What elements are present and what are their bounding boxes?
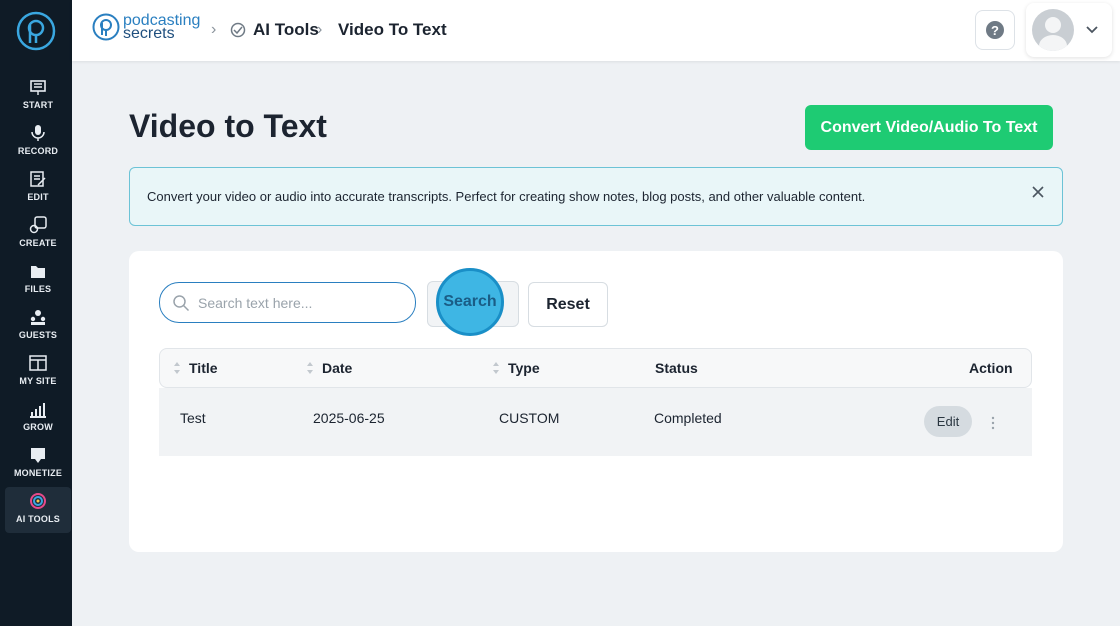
brand-name: podcasting secrets (123, 13, 200, 42)
cell-date: 2025-06-25 (313, 410, 385, 426)
convert-video-audio-button[interactable]: Convert Video/Audio To Text (805, 105, 1053, 150)
site-icon (29, 355, 47, 371)
sidebar-item-record[interactable]: RECORD (5, 119, 71, 165)
breadcrumb-video-to-text: Video To Text (338, 20, 447, 39)
cell-title: Test (180, 410, 206, 426)
table-header: Title Date Type Status Action (159, 348, 1032, 388)
breadcrumb-chevron-icon: › (211, 21, 217, 38)
transcripts-card: Search Reset Title Date Type Status Acti… (129, 251, 1063, 552)
sidebar-item-label: EDIT (27, 192, 49, 202)
sidebar-item-label: MY SITE (19, 376, 57, 386)
microphone-icon (31, 125, 45, 141)
search-button[interactable]: Search (436, 268, 504, 336)
top-header: podcasting secrets › AI Tools › Video To… (72, 0, 1120, 61)
sidebar-item-label: CREATE (19, 238, 57, 248)
sidebar-item-monetize[interactable]: MONETIZE (5, 441, 71, 487)
sidebar-item-label: RECORD (17, 146, 59, 156)
sort-icon (307, 362, 313, 374)
column-header-label: Status (655, 360, 698, 376)
files-icon (31, 266, 45, 278)
breadcrumb-ai-tools[interactable]: AI Tools (253, 20, 319, 40)
page-title: Video to Text (129, 108, 327, 144)
podcasting-secrets-logo-icon (92, 13, 120, 41)
search-field[interactable] (159, 282, 416, 323)
column-header-label: Title (189, 360, 218, 376)
sidebar-item-ai-tools[interactable]: AI TOOLS (5, 487, 71, 533)
chevron-down-icon (1086, 26, 1098, 34)
sidebar-item-label: AI TOOLS (16, 514, 60, 524)
cell-type: CUSTOM (499, 410, 560, 426)
sort-icon (493, 362, 499, 374)
sidebar-item-create[interactable]: CREATE (5, 211, 71, 257)
sidebar-item-grow[interactable]: GROW (5, 395, 71, 441)
search-icon (173, 294, 190, 311)
sidebar-item-edit[interactable]: EDIT (5, 165, 71, 211)
sidebar-item-label: GROW (23, 422, 53, 432)
search-input[interactable] (198, 294, 398, 311)
edit-icon (30, 171, 46, 187)
sidebar-item-label: START (22, 100, 54, 110)
sort-icon (174, 362, 180, 374)
edit-button[interactable]: Edit (924, 406, 972, 437)
start-icon (30, 80, 46, 95)
guests-icon (30, 310, 46, 325)
ai-tools-icon (30, 493, 46, 509)
sidebar-item-label: MONETIZE (13, 468, 63, 478)
column-header-label: Type (508, 360, 540, 376)
sidebar-item-label: FILES (24, 284, 52, 294)
info-banner: Convert your video or audio into accurat… (129, 167, 1063, 226)
grow-icon (30, 403, 46, 418)
help-button[interactable]: ? (975, 10, 1015, 50)
breadcrumb-chevron-icon: › (317, 21, 323, 38)
cell-status: Completed (654, 410, 722, 426)
column-header-type[interactable]: Type (492, 360, 540, 376)
more-options-icon[interactable] (991, 416, 995, 430)
sidebar-item-files[interactable]: FILES (5, 257, 71, 303)
table-row: Test 2025-06-25 CUSTOM Completed Edit (159, 388, 1032, 456)
close-icon[interactable] (1030, 184, 1046, 200)
user-menu[interactable] (1026, 3, 1112, 57)
info-banner-text: Convert your video or audio into accurat… (147, 189, 866, 204)
column-header-status: Status (655, 360, 698, 376)
column-header-label: Action (969, 360, 1013, 376)
create-icon (29, 216, 47, 234)
monetize-icon (31, 448, 45, 463)
ai-tools-breadcrumb-icon (230, 22, 246, 38)
column-header-label: Date (322, 360, 353, 376)
avatar (1032, 9, 1074, 51)
sidebar: START RECORD EDIT CREATE FILES GUESTS MY… (0, 0, 72, 626)
column-header-title[interactable]: Title (173, 360, 218, 376)
help-icon: ? (986, 21, 1004, 39)
sidebar-item-start[interactable]: START (5, 73, 71, 119)
column-header-action: Action (969, 360, 1013, 376)
sidebar-item-label: GUESTS (18, 330, 58, 340)
app-logo-icon[interactable] (16, 11, 56, 51)
brand-logo[interactable]: podcasting secrets (92, 12, 200, 42)
reset-button[interactable]: Reset (528, 282, 608, 327)
column-header-date[interactable]: Date (306, 360, 352, 376)
sidebar-item-my-site[interactable]: MY SITE (5, 349, 71, 395)
sidebar-item-guests[interactable]: GUESTS (5, 303, 71, 349)
